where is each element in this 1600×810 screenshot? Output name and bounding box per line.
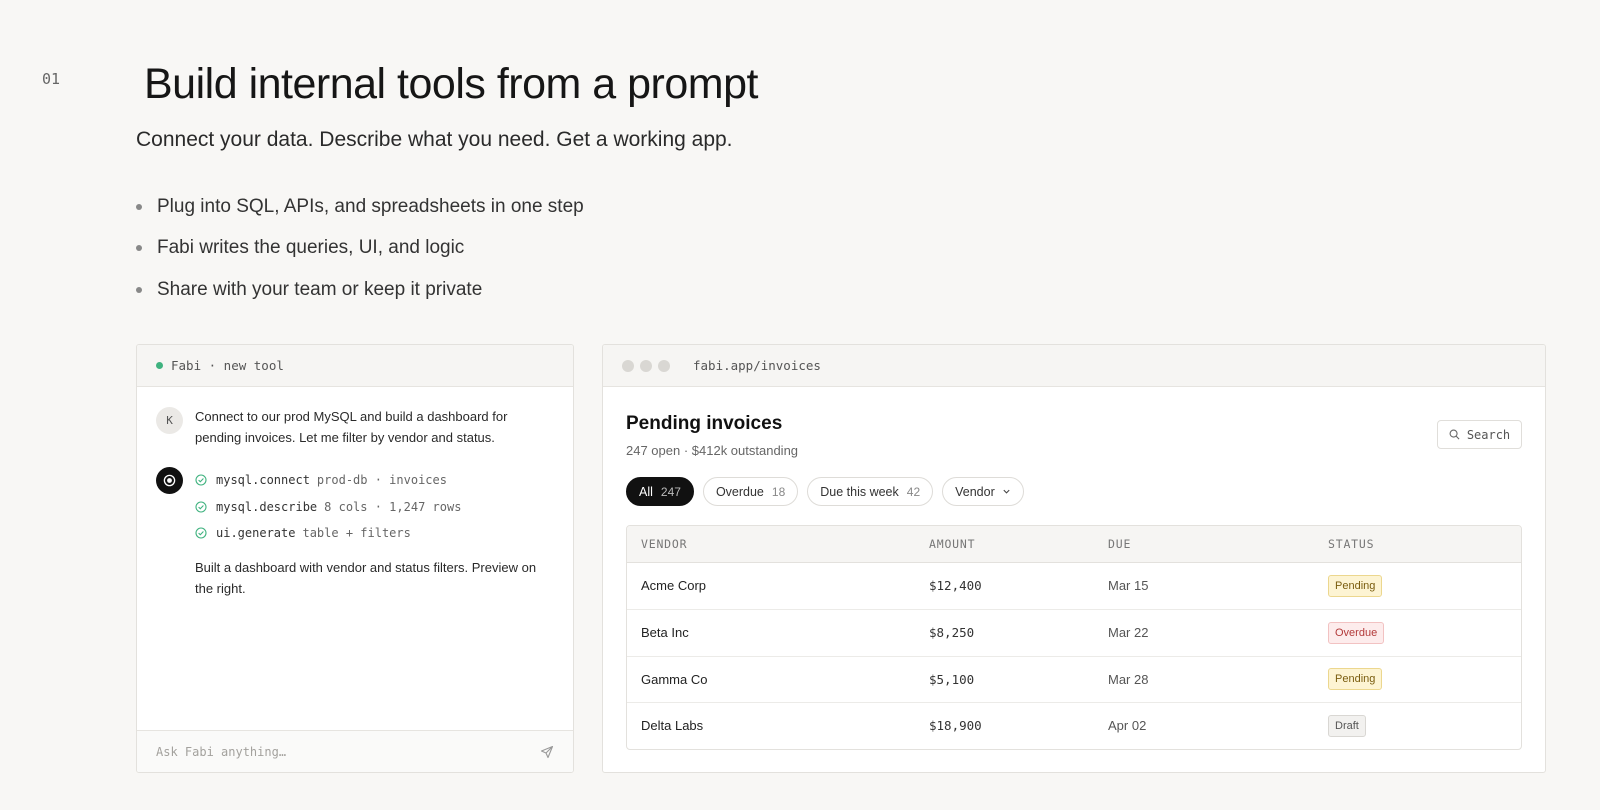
- table-header: VENDOR AMOUNT DUE STATUS: [627, 526, 1521, 563]
- feature-item: Plug into SQL, APIs, and spreadsheets in…: [136, 186, 584, 228]
- browser-url: fabi.app/invoices: [693, 358, 821, 373]
- due-cell: Mar 15: [1108, 578, 1149, 594]
- chat-panel: Fabi · new tool K Connect to our prod My…: [136, 344, 574, 773]
- vendor-cell: Delta Labs: [641, 718, 704, 734]
- status-badge: Overdue: [1328, 621, 1385, 644]
- filter-label: Vendor: [955, 484, 995, 499]
- column-header[interactable]: VENDOR: [627, 537, 929, 551]
- assistant-summary: Built a dashboard with vendor and status…: [195, 559, 537, 596]
- feature-text: Fabi writes the queries, UI, and logic: [157, 237, 465, 259]
- bullet-dot: [136, 286, 142, 293]
- tool-args: prod-db · invoices: [316, 473, 447, 488]
- table-row[interactable]: Beta Inc $8,250 Mar 22 Overdue: [627, 609, 1521, 656]
- window-dot-icon: [658, 359, 670, 372]
- table-row[interactable]: Delta Labs $18,900 Apr 02 Draft: [627, 702, 1521, 749]
- check-circle-icon: [195, 527, 207, 539]
- page-headline: Build internal tools from a prompt: [144, 60, 758, 108]
- tool-args: table + filters: [302, 526, 411, 541]
- user-message-text: Connect to our prod MySQL and build a da…: [195, 409, 508, 445]
- status-cell: Overdue: [1328, 621, 1521, 644]
- status-badge: Pending: [1328, 574, 1383, 597]
- feature-text: Plug into SQL, APIs, and spreadsheets in…: [157, 195, 584, 217]
- check-circle-icon: [195, 474, 207, 486]
- assistant-avatar-icon: [156, 467, 183, 494]
- chat-input[interactable]: Ask Fabi anything…: [137, 730, 573, 772]
- browser-bar: fabi.app/invoices: [603, 345, 1545, 387]
- chat-input-placeholder[interactable]: Ask Fabi anything…: [156, 745, 286, 759]
- filter-label: Overdue: [715, 484, 764, 499]
- filter-overdue[interactable]: Overdue 18: [702, 477, 799, 506]
- feature-text: Share with your team or keep it private: [157, 278, 483, 300]
- window-dot-icon: [622, 359, 634, 372]
- table-row[interactable]: Acme Corp $12,400 Mar 15 Pending: [627, 563, 1521, 610]
- tool-name: ui.generate: [216, 526, 296, 541]
- filter-label: Due this week: [820, 484, 899, 499]
- amount-cell: $12,400: [929, 578, 982, 594]
- column-header[interactable]: DUE: [1108, 537, 1328, 551]
- app-preview-panel: fabi.app/invoices Pending invoices 247 o…: [602, 344, 1546, 773]
- amount-cell: $8,250: [929, 625, 975, 641]
- page-subhead: Connect your data. Describe what you nee…: [136, 128, 733, 151]
- amount-cell: $5,100: [929, 671, 975, 687]
- due-cell: Mar 28: [1108, 671, 1149, 687]
- online-status-icon: [156, 362, 163, 369]
- assistant-message: mysql.connect prod-db · invoices mysql.d…: [156, 467, 540, 599]
- avatar: K: [156, 407, 183, 434]
- window-dot-icon: [640, 359, 652, 372]
- filter-count: 42: [906, 484, 921, 499]
- status-badge: Pending: [1328, 668, 1383, 691]
- status-badge: Draft: [1328, 714, 1366, 737]
- feature-list: Plug into SQL, APIs, and spreadsheets in…: [136, 186, 584, 311]
- tool-call: mysql.connect prod-db · invoices: [195, 467, 540, 494]
- feature-item: Fabi writes the queries, UI, and logic: [136, 228, 584, 270]
- filter-bar: All 247 Overdue 18 Due this week 42 Vend…: [626, 477, 1033, 506]
- app-subtitle: 247 open · $412k outstanding: [626, 443, 799, 458]
- bullet-dot: [136, 245, 142, 252]
- filter-due-this-week[interactable]: Due this week 42: [807, 477, 934, 506]
- bullet-dot: [136, 203, 142, 210]
- invoice-table: VENDOR AMOUNT DUE STATUS Acme Corp $12,4…: [626, 525, 1522, 750]
- status-cell: Draft: [1328, 714, 1521, 737]
- search-button[interactable]: Search: [1437, 420, 1522, 449]
- filter-count: 18: [771, 484, 786, 499]
- tool-call: mysql.describe 8 cols · 1,247 rows: [195, 494, 540, 521]
- tool-args: 8 cols · 1,247 rows: [324, 499, 462, 514]
- status-cell: Pending: [1328, 574, 1521, 597]
- due-cell: Mar 22: [1108, 625, 1149, 641]
- table-row[interactable]: Gamma Co $5,100 Mar 28 Pending: [627, 655, 1521, 703]
- column-header[interactable]: STATUS: [1328, 537, 1521, 551]
- chevron-down-icon: [1003, 489, 1010, 494]
- filter-label: All: [639, 484, 653, 499]
- column-header[interactable]: AMOUNT: [929, 537, 1108, 551]
- due-cell: Apr 02: [1108, 718, 1147, 734]
- tool-name: mysql.describe: [216, 499, 318, 514]
- search-icon: [1449, 429, 1460, 440]
- amount-cell: $18,900: [929, 718, 982, 734]
- status-cell: Pending: [1328, 668, 1521, 691]
- section-number: 01: [42, 70, 61, 88]
- vendor-cell: Acme Corp: [641, 578, 707, 594]
- filter-all[interactable]: All 247: [626, 477, 694, 506]
- search-label: Search: [1466, 427, 1511, 442]
- tool-name: mysql.connect: [216, 473, 310, 488]
- app-title: Pending invoices: [626, 413, 783, 434]
- user-message: K Connect to our prod MySQL and build a …: [156, 407, 525, 448]
- chat-title: Fabi · new tool: [171, 358, 284, 373]
- vendor-dropdown[interactable]: Vendor: [942, 477, 1024, 506]
- feature-item: Share with your team or keep it private: [136, 269, 584, 311]
- filter-count: 247: [660, 484, 681, 499]
- chat-header: Fabi · new tool: [137, 345, 573, 387]
- check-circle-icon: [195, 501, 207, 513]
- vendor-cell: Beta Inc: [641, 625, 689, 641]
- tool-call: ui.generate table + filters: [195, 520, 540, 547]
- vendor-cell: Gamma Co: [641, 671, 708, 687]
- send-icon[interactable]: [540, 745, 554, 759]
